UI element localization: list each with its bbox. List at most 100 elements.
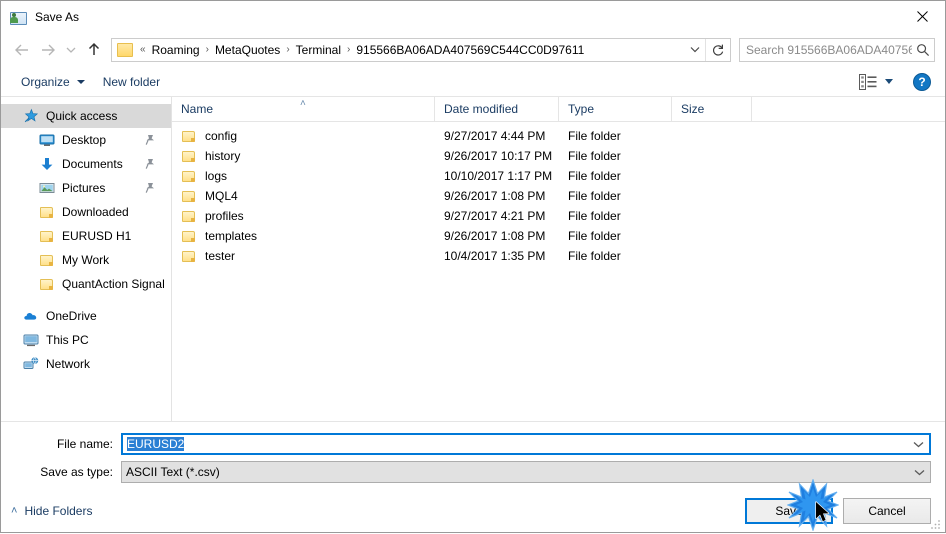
save-as-folder-person-icon bbox=[10, 9, 27, 25]
address-bar[interactable]: « Roaming › MetaQuotes › Terminal › 9155… bbox=[111, 37, 731, 62]
column-header-filler bbox=[752, 97, 945, 121]
command-toolbar: Organize New folder ? bbox=[1, 67, 945, 97]
table-row[interactable]: history 9/26/2017 10:17 PM File folder bbox=[172, 146, 945, 166]
chevron-down-icon[interactable] bbox=[907, 434, 929, 454]
file-name: templates bbox=[205, 229, 258, 243]
forward-button[interactable] bbox=[35, 37, 61, 63]
file-name: logs bbox=[205, 169, 228, 183]
column-header-size[interactable]: Size bbox=[672, 97, 752, 121]
breadcrumb-item-3[interactable]: 915566BA06ADA407569C544CC0D97611 bbox=[353, 43, 587, 57]
save-form: File name: EURUSD2 Save as type: ASCII T… bbox=[1, 422, 945, 490]
help-icon[interactable]: ? bbox=[913, 72, 931, 91]
sidebar-item-quick-access[interactable]: Quick access bbox=[1, 104, 171, 128]
sidebar-item-my-work[interactable]: My Work bbox=[1, 248, 171, 272]
table-row[interactable]: config 9/27/2017 4:44 PM File folder bbox=[172, 126, 945, 146]
file-type: File folder bbox=[568, 249, 621, 263]
sidebar-item-pictures[interactable]: Pictures bbox=[1, 176, 171, 200]
cancel-button[interactable]: Cancel bbox=[843, 498, 931, 524]
sidebar-item-label: EURUSD H1 bbox=[62, 229, 132, 243]
column-header-name[interactable]: Name ˄ bbox=[172, 97, 435, 121]
desktop-icon bbox=[39, 132, 55, 148]
new-folder-button[interactable]: New folder bbox=[97, 72, 166, 92]
breadcrumb-item-1[interactable]: MetaQuotes bbox=[212, 43, 283, 57]
window-title: Save As bbox=[35, 9, 80, 24]
sidebar-item-label: Downloaded bbox=[62, 205, 129, 219]
search-input[interactable]: Search 915566BA06ADA40756... bbox=[740, 43, 912, 57]
sidebar-item-label: Network bbox=[46, 357, 91, 371]
chevron-down-icon bbox=[66, 47, 76, 53]
folder-icon bbox=[181, 228, 197, 244]
pin-icon[interactable] bbox=[145, 158, 155, 170]
pictures-icon bbox=[39, 180, 55, 196]
column-header-type[interactable]: Type bbox=[559, 97, 672, 121]
up-button[interactable] bbox=[81, 37, 107, 63]
file-type: File folder bbox=[568, 209, 621, 223]
sidebar-item-downloaded[interactable]: Downloaded bbox=[1, 200, 171, 224]
column-header-label: Name bbox=[181, 102, 214, 116]
file-date: 9/26/2017 1:08 PM bbox=[444, 189, 546, 203]
file-name-cell: profiles bbox=[172, 208, 435, 224]
sidebar-item-onedrive[interactable]: OneDrive bbox=[1, 304, 171, 328]
sidebar-item-label: Desktop bbox=[62, 133, 107, 147]
file-date: 9/27/2017 4:21 PM bbox=[444, 209, 546, 223]
folder-icon bbox=[181, 188, 197, 204]
chevron-down-icon[interactable] bbox=[908, 462, 930, 482]
save-as-type-select[interactable]: ASCII Text (*.csv) bbox=[121, 461, 931, 483]
refresh-icon[interactable] bbox=[706, 39, 730, 61]
file-name-selected-text: EURUSD2 bbox=[127, 437, 185, 451]
close-icon[interactable] bbox=[899, 1, 945, 31]
column-header-label: Type bbox=[568, 102, 595, 116]
folder-icon bbox=[117, 42, 133, 57]
recent-locations-button[interactable] bbox=[61, 37, 81, 63]
file-name-row: File name: EURUSD2 bbox=[1, 432, 945, 456]
hide-folders-label: Hide Folders bbox=[24, 504, 93, 518]
file-name-value[interactable]: EURUSD2 bbox=[123, 437, 907, 451]
file-name: config bbox=[205, 129, 238, 143]
sidebar-item-this-pc[interactable]: This PC bbox=[1, 328, 171, 352]
arrow-left-icon bbox=[15, 44, 28, 55]
pin-icon[interactable] bbox=[145, 134, 155, 146]
save-as-type-row: Save as type: ASCII Text (*.csv) bbox=[1, 460, 945, 484]
change-view-button[interactable] bbox=[855, 72, 897, 92]
sidebar-item-eurusd-h1[interactable]: EURUSD H1 bbox=[1, 224, 171, 248]
save-button[interactable]: Save bbox=[745, 498, 833, 524]
organize-button[interactable]: Organize bbox=[15, 72, 91, 92]
sidebar-item-desktop[interactable]: Desktop bbox=[1, 128, 171, 152]
dialog-body: Quick access Desktop Documents Pictures … bbox=[1, 97, 945, 422]
column-header-date-modified[interactable]: Date modified bbox=[435, 97, 559, 121]
file-date: 9/26/2017 10:17 PM bbox=[444, 149, 553, 163]
folder-icon bbox=[39, 276, 55, 292]
file-name: profiles bbox=[205, 209, 244, 223]
search-box[interactable]: Search 915566BA06ADA40756... bbox=[739, 37, 935, 62]
file-name-cell: history bbox=[172, 148, 435, 164]
title-bar: Save As bbox=[1, 1, 945, 32]
back-button[interactable] bbox=[9, 37, 35, 63]
save-as-type-label: Save as type: bbox=[40, 465, 113, 479]
folder-icon bbox=[39, 252, 55, 268]
breadcrumb-separator: › bbox=[286, 44, 290, 55]
navigation-sidebar: Quick access Desktop Documents Pictures … bbox=[1, 97, 172, 421]
resize-grip[interactable] bbox=[930, 518, 942, 530]
breadcrumb-item-0[interactable]: Roaming bbox=[149, 43, 203, 57]
onedrive-cloud-icon bbox=[23, 308, 39, 324]
pin-icon[interactable] bbox=[145, 182, 155, 194]
breadcrumb-item-2[interactable]: Terminal bbox=[293, 43, 344, 57]
search-icon bbox=[912, 39, 934, 61]
sidebar-item-quantaction-signal[interactable]: QuantAction Signal bbox=[1, 272, 171, 296]
hide-folders-button[interactable]: ˄ Hide Folders bbox=[11, 504, 92, 518]
table-row[interactable]: MQL4 9/26/2017 1:08 PM File folder bbox=[172, 186, 945, 206]
table-row[interactable]: tester 10/4/2017 1:35 PM File folder bbox=[172, 246, 945, 266]
file-date: 9/26/2017 1:08 PM bbox=[444, 229, 546, 243]
sidebar-item-label: Quick access bbox=[46, 109, 118, 123]
sidebar-item-network[interactable]: Network bbox=[1, 352, 171, 376]
file-name-input[interactable]: EURUSD2 bbox=[121, 433, 931, 455]
breadcrumb-overflow[interactable]: « bbox=[137, 44, 149, 55]
view-options-icon bbox=[859, 73, 877, 90]
address-dropdown-chevron-down-icon[interactable] bbox=[685, 39, 705, 61]
sidebar-item-label: Documents bbox=[62, 157, 123, 171]
table-row[interactable]: logs 10/10/2017 1:17 PM File folder bbox=[172, 166, 945, 186]
table-row[interactable]: profiles 9/27/2017 4:21 PM File folder bbox=[172, 206, 945, 226]
table-row[interactable]: templates 9/26/2017 1:08 PM File folder bbox=[172, 226, 945, 246]
chevron-up-icon: ˄ bbox=[11, 504, 18, 517]
sidebar-item-documents[interactable]: Documents bbox=[1, 152, 171, 176]
